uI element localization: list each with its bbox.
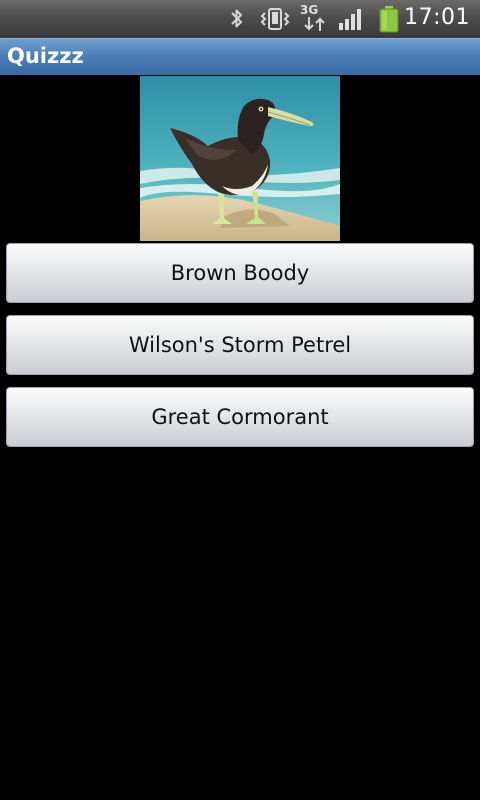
answer-label: Brown Boody	[170, 261, 310, 285]
data-arrows-icon	[304, 17, 325, 31]
battery-icon	[379, 6, 399, 33]
vibrate-icon	[260, 8, 290, 30]
signal-icon	[339, 9, 361, 30]
answer-button-2[interactable]: Wilson's Storm Petrel	[6, 315, 474, 375]
bird-photo	[140, 76, 340, 241]
answer-label: Great Cormorant	[151, 405, 329, 429]
screen: 3G 17:01 Quizzz Brown Boody Wilson's Sto…	[0, 0, 480, 800]
status-time: 17:01	[404, 5, 470, 30]
bluetooth-icon	[231, 9, 242, 28]
network-label: 3G	[300, 3, 319, 17]
status-bar: 3G 17:01	[0, 0, 480, 39]
network-3g-icon: 3G	[300, 3, 330, 33]
app-title: Quizzz	[7, 44, 84, 68]
answer-button-3[interactable]: Great Cormorant	[6, 387, 474, 447]
answer-button-1[interactable]: Brown Boody	[6, 243, 474, 303]
answer-label: Wilson's Storm Petrel	[128, 333, 352, 357]
title-bar: Quizzz	[0, 38, 480, 75]
